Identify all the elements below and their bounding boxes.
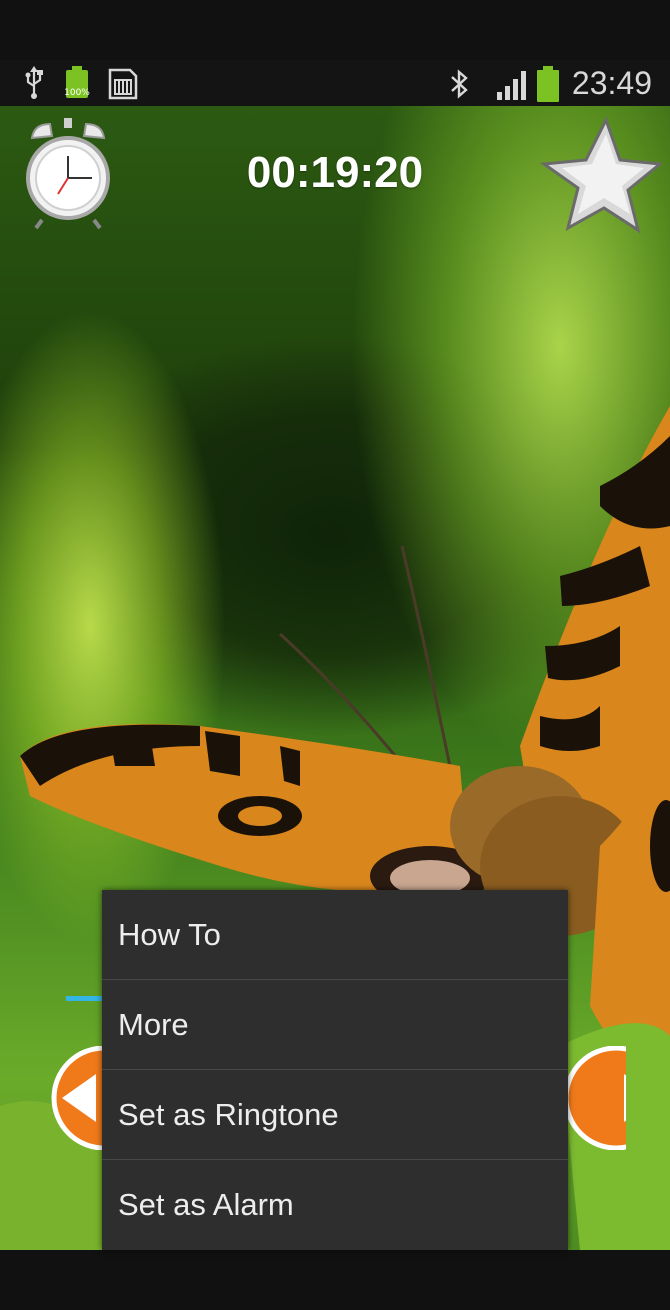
bluetooth-icon <box>448 68 470 104</box>
menu-item-set-as-ringtone[interactable]: Set as Ringtone <box>102 1070 568 1160</box>
usb-icon <box>22 60 46 106</box>
menu-item-label: Set as Alarm <box>118 1187 294 1222</box>
battery-percent: 100% <box>64 88 90 98</box>
menu-item-label: Set as Ringtone <box>118 1096 339 1132</box>
sd-card-icon <box>108 68 138 104</box>
status-bar <box>0 60 670 106</box>
menu-item-more[interactable]: More <box>102 980 568 1070</box>
menu-item-label: How To <box>118 916 221 952</box>
star-icon <box>539 116 664 234</box>
top-system-band <box>0 0 670 60</box>
favorite-button[interactable] <box>539 116 664 234</box>
battery-icon <box>536 66 560 106</box>
menu-item-label: More <box>118 1006 189 1042</box>
menu-item-how-to[interactable]: How To <box>102 890 568 980</box>
next-button[interactable] <box>566 1046 626 1150</box>
arrow-right-icon <box>566 1046 626 1150</box>
page-indicator <box>66 996 104 1001</box>
options-menu: How To More Set as Ringtone Set as Alarm <box>102 890 568 1250</box>
status-time: 23:49 <box>571 65 652 101</box>
bottom-system-band <box>0 1250 670 1310</box>
menu-item-set-as-alarm[interactable]: Set as Alarm <box>102 1160 568 1250</box>
arrow-left-icon <box>51 1046 104 1150</box>
previous-button[interactable] <box>44 1046 104 1150</box>
signal-icon <box>496 70 528 104</box>
